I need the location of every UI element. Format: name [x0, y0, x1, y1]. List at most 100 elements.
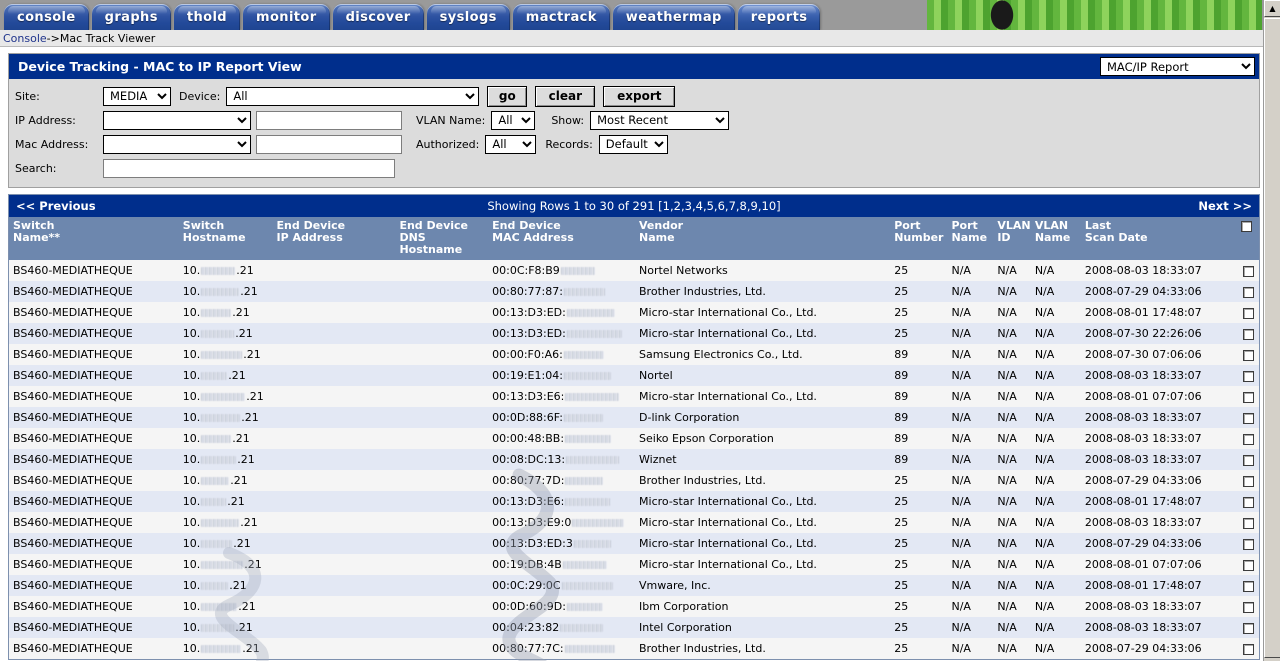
hostname-suffix: .21: [228, 369, 246, 382]
redacted-mac-octets: [565, 393, 620, 401]
table-row[interactable]: BS460-MEDIATHEQUE 10. .21 00:19:DB:4B Micro-…: [9, 554, 1259, 575]
go-button[interactable]: go: [487, 85, 528, 107]
table-row[interactable]: BS460-MEDIATHEQUE 10. .21 00:0D:88:6F: D-lin…: [9, 407, 1259, 428]
column-header-switch-hostname[interactable]: Switch Hostname: [178, 217, 273, 260]
page-link-10[interactable]: 10: [762, 199, 777, 213]
vlan-name-select[interactable]: All: [491, 110, 536, 130]
cell-switch-name: BS460-MEDIATHEQUE: [13, 432, 133, 445]
page-link-6[interactable]: 6: [718, 199, 725, 213]
column-header-last-scan-date[interactable]: Last Scan Date: [1080, 217, 1234, 260]
column-header-switch-name[interactable]: Switch Name**: [9, 217, 179, 260]
table-row[interactable]: BS460-MEDIATHEQUE 10. .21 00:13:D3:ED: Micro…: [9, 302, 1259, 323]
show-select[interactable]: Most Recent: [590, 110, 730, 130]
scroll-up-arrow-icon[interactable]: ▲: [1264, 0, 1280, 17]
report-type-select[interactable]: MAC/IP Report: [1100, 57, 1255, 76]
row-checkbox[interactable]: [1242, 328, 1254, 340]
row-checkbox[interactable]: [1242, 559, 1254, 571]
row-checkbox[interactable]: [1242, 286, 1254, 298]
row-checkbox[interactable]: [1242, 622, 1254, 634]
table-row[interactable]: BS460-MEDIATHEQUE 10. .21 00:0C:29:0C Vmware…: [9, 575, 1259, 596]
table-row[interactable]: BS460-MEDIATHEQUE 10. .21 00:0C:F8:B9 Nortel…: [9, 260, 1259, 281]
row-checkbox[interactable]: [1242, 580, 1254, 592]
ip-address-operator-select[interactable]: [103, 110, 251, 130]
tab-discover[interactable]: discover: [332, 4, 424, 30]
column-header-port-number[interactable]: Port Number: [890, 217, 948, 260]
browser-scrollbar[interactable]: ▲: [1263, 0, 1280, 661]
table-row[interactable]: BS460-MEDIATHEQUE 10. .21 00:00:48:BB: Seiko…: [9, 428, 1259, 449]
table-row[interactable]: BS460-MEDIATHEQUE 10. .21 00:13:D3:E6: Micro…: [9, 491, 1259, 512]
page-link-3[interactable]: 3: [685, 199, 692, 213]
column-header-end-device-mac-address[interactable]: End Device MAC Address: [488, 217, 636, 260]
page-link-4[interactable]: 4: [696, 199, 703, 213]
cell-end-device-mac-address: 00:04:23:82: [488, 617, 635, 638]
page-link-7[interactable]: 7: [729, 199, 736, 213]
column-header-vlan-name[interactable]: VLAN Name: [1030, 217, 1081, 260]
select-all-checkbox[interactable]: [1240, 220, 1252, 232]
row-checkbox[interactable]: [1242, 643, 1254, 655]
table-row[interactable]: BS460-MEDIATHEQUE 10. .21 00:80:77:7D: Broth…: [9, 470, 1259, 491]
table-row[interactable]: BS460-MEDIATHEQUE 10. .21 00:0D:60:9D: Ibm C…: [9, 596, 1259, 617]
mac-address-input[interactable]: [256, 134, 402, 154]
search-input[interactable]: [103, 158, 395, 178]
device-select[interactable]: All: [226, 86, 480, 106]
site-select[interactable]: MEDIA: [103, 86, 171, 106]
table-row[interactable]: BS460-MEDIATHEQUE 10. .21 00:00:F0:A6: Samsu…: [9, 344, 1259, 365]
table-row[interactable]: BS460-MEDIATHEQUE 10. .21 00:19:E1:04: Norte…: [9, 365, 1259, 386]
table-row[interactable]: BS460-MEDIATHEQUE 10. .21 00:13:D3:ED: Micro…: [9, 323, 1259, 344]
row-checkbox[interactable]: [1242, 433, 1254, 445]
row-checkbox[interactable]: [1242, 370, 1254, 382]
page-link-1[interactable]: 1: [663, 199, 670, 213]
filter-row-ip: IP Address: VLAN Name: All Show: Most Re…: [15, 108, 1253, 132]
authorized-select[interactable]: All: [485, 134, 537, 154]
table-row[interactable]: BS460-MEDIATHEQUE 10. .21 00:13:D3:ED:3 Micr…: [9, 533, 1259, 554]
export-button[interactable]: export: [603, 85, 676, 107]
row-checkbox[interactable]: [1242, 538, 1254, 550]
tab-thold[interactable]: thold: [173, 4, 241, 30]
row-checkbox[interactable]: [1242, 349, 1254, 361]
column-header-port-name[interactable]: Port Name: [947, 217, 994, 260]
tab-syslogs[interactable]: syslogs: [426, 4, 510, 30]
cell-row-checkbox: [1234, 470, 1259, 491]
column-header-end-device-ip-address[interactable]: End Device IP Address: [272, 217, 396, 260]
row-checkbox[interactable]: [1242, 475, 1254, 487]
column-header-vendor-name[interactable]: Vendor Name: [635, 217, 891, 260]
tab-graphs[interactable]: graphs: [91, 4, 171, 30]
clear-button[interactable]: clear: [535, 85, 596, 107]
next-page-link[interactable]: Next >>: [1198, 199, 1252, 213]
table-row[interactable]: BS460-MEDIATHEQUE 10. .21 00:80:77:7C: Broth…: [9, 638, 1259, 659]
tab-weathermap[interactable]: weathermap: [612, 4, 735, 30]
row-checkbox[interactable]: [1242, 454, 1254, 466]
cell-row-checkbox: [1234, 554, 1259, 575]
cell-switch-hostname: 10. .21: [179, 638, 273, 659]
row-checkbox[interactable]: [1242, 412, 1254, 424]
column-header-end-device-dns-hostname[interactable]: End Device DNS Hostname: [395, 217, 489, 260]
tab-reports[interactable]: reports: [737, 4, 821, 30]
previous-page-link[interactable]: << Previous: [16, 199, 96, 213]
table-row[interactable]: BS460-MEDIATHEQUE 10. .21 00:13:D3:E9:0 Micr…: [9, 512, 1259, 533]
row-checkbox[interactable]: [1242, 601, 1254, 613]
scrollbar-thumb[interactable]: [1264, 18, 1280, 658]
tab-monitor[interactable]: monitor: [243, 4, 330, 30]
breadcrumb-console-link[interactable]: Console: [3, 32, 47, 45]
row-checkbox[interactable]: [1242, 391, 1254, 403]
row-checkbox[interactable]: [1242, 496, 1254, 508]
page-link-8[interactable]: 8: [740, 199, 747, 213]
mac-address-operator-select[interactable]: [103, 134, 251, 154]
tab-mactrack[interactable]: mactrack: [512, 4, 610, 30]
cell-vlan-name: N/A: [1034, 537, 1055, 550]
page-link-9[interactable]: 9: [751, 199, 758, 213]
page-link-2[interactable]: 2: [674, 199, 681, 213]
ip-address-input[interactable]: [256, 110, 402, 130]
tab-console[interactable]: console: [4, 4, 89, 30]
table-row[interactable]: BS460-MEDIATHEQUE 10. .21 00:04:23:82 Intel …: [9, 617, 1259, 638]
row-checkbox[interactable]: [1242, 265, 1254, 277]
table-row[interactable]: BS460-MEDIATHEQUE 10. .21 00:13:D3:E6: Micro…: [9, 386, 1259, 407]
row-checkbox[interactable]: [1242, 307, 1254, 319]
table-row[interactable]: BS460-MEDIATHEQUE 10. .21 00:08:DC:13: Wizne…: [9, 449, 1259, 470]
column-header-vlan-id[interactable]: VLAN ID: [993, 217, 1031, 260]
cell-port-number: 25: [894, 264, 909, 277]
row-checkbox[interactable]: [1242, 517, 1254, 529]
page-link-5[interactable]: 5: [707, 199, 714, 213]
records-select[interactable]: Default: [598, 134, 668, 154]
table-row[interactable]: BS460-MEDIATHEQUE 10. .21 00:80:77:87: Broth…: [9, 281, 1259, 302]
